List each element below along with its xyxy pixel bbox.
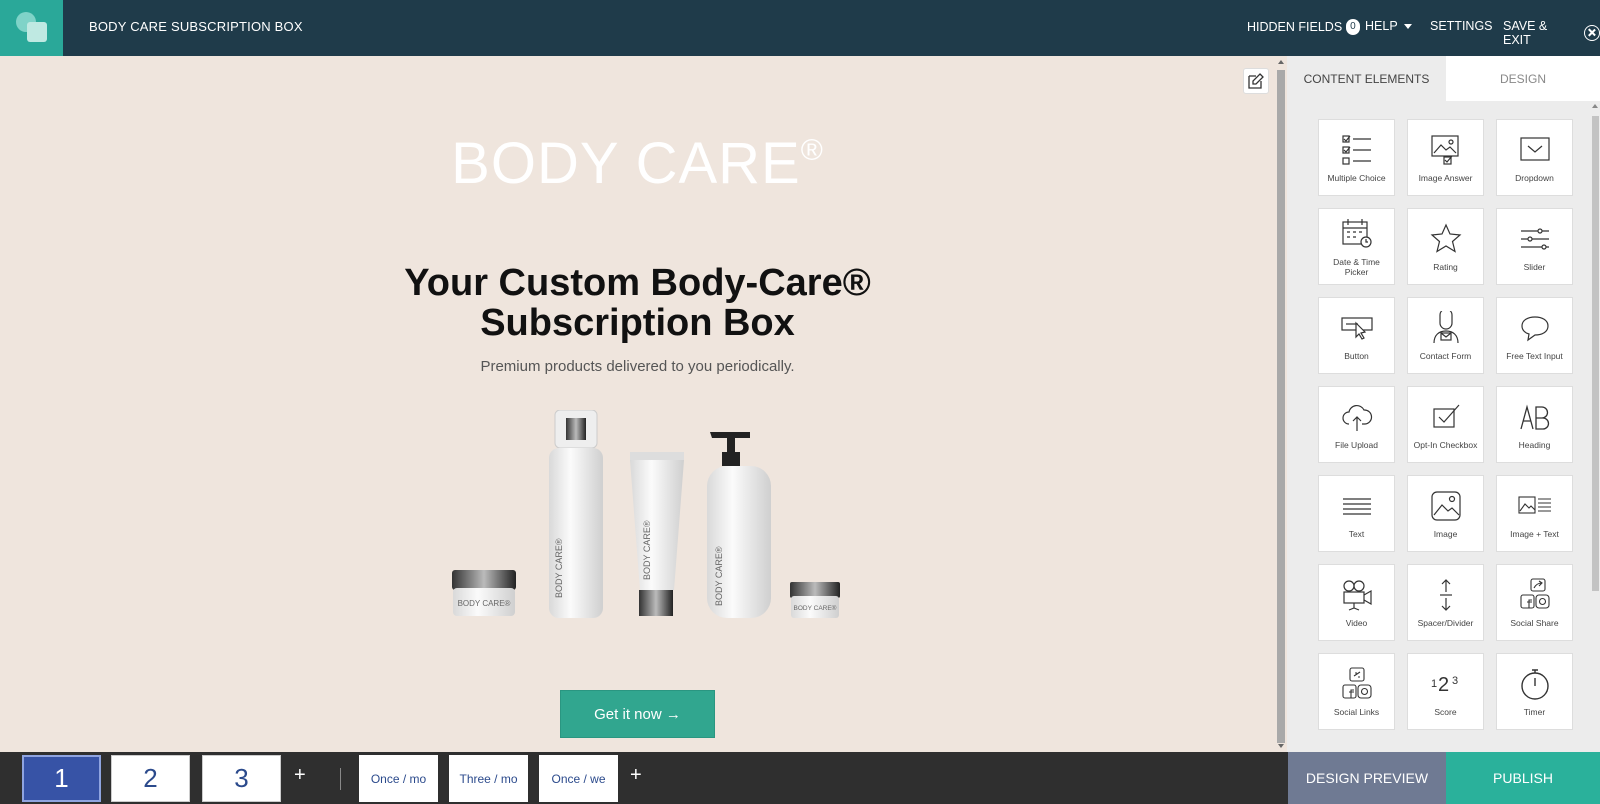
calendar-icon — [1341, 218, 1372, 248]
panel-tabs: CONTENT ELEMENTS DESIGN — [1287, 56, 1600, 101]
scroll-down-icon[interactable] — [1278, 744, 1284, 748]
element-image-answer[interactable]: Image Answer — [1407, 119, 1484, 196]
slider-icon — [1520, 227, 1549, 250]
project-title: BODY CARE SUBSCRIPTION BOX — [89, 19, 303, 34]
settings-button[interactable]: SETTINGS — [1430, 19, 1493, 33]
heading-icon — [1519, 404, 1549, 430]
panel-scrollbar[interactable] — [1590, 100, 1600, 752]
element-text[interactable]: Text — [1318, 475, 1395, 552]
tab-design[interactable]: DESIGN — [1446, 56, 1600, 101]
page-headline: Your Custom Body-Care® Subscription Box — [404, 262, 871, 344]
button-icon — [1340, 316, 1373, 340]
publish-button[interactable]: PUBLISH — [1446, 752, 1600, 804]
video-camera-icon — [1342, 579, 1372, 611]
save-exit-button[interactable]: SAVE & EXIT — [1503, 19, 1600, 47]
variant-tab-three-mo[interactable]: Three / mo — [449, 755, 528, 802]
bottom-bar: 1 2 3 + Once / mo Three / mo Once / we +… — [0, 752, 1600, 804]
share-icon — [1519, 577, 1550, 609]
element-button[interactable]: Button — [1318, 297, 1395, 374]
page-subheading: Premium products delivered to you period… — [480, 358, 795, 375]
image-answer-icon — [1430, 134, 1459, 165]
svg-text:2: 2 — [1438, 674, 1449, 696]
element-image[interactable]: Image — [1407, 475, 1484, 552]
svg-text:1: 1 — [1431, 678, 1437, 690]
close-icon — [1584, 25, 1600, 41]
tab-content-elements[interactable]: CONTENT ELEMENTS — [1287, 56, 1446, 101]
divider — [340, 768, 341, 790]
add-page-button[interactable]: + — [294, 764, 306, 787]
element-heading[interactable]: Heading — [1496, 386, 1573, 463]
image-icon — [1430, 490, 1461, 521]
brand-logo: BODY CARE® — [451, 131, 824, 196]
page-tab-1[interactable]: 1 — [22, 755, 101, 802]
page-tab-3[interactable]: 3 — [202, 755, 281, 802]
variant-tab-once-mo[interactable]: Once / mo — [359, 755, 438, 802]
svg-text:BODY CARE®: BODY CARE® — [714, 546, 724, 606]
score-icon: 1 2 3 — [1431, 674, 1458, 696]
element-rating[interactable]: Rating — [1407, 208, 1484, 285]
svg-text:BODY CARE®: BODY CARE® — [642, 520, 652, 580]
spacer-icon — [1439, 578, 1452, 611]
cloud-upload-icon — [1341, 404, 1372, 431]
contact-icon — [1432, 310, 1459, 343]
element-free-text-input[interactable]: Free Text Input — [1496, 297, 1573, 374]
checklist-icon — [1341, 134, 1371, 165]
speech-bubble-icon — [1520, 315, 1549, 341]
svg-text:3: 3 — [1452, 675, 1458, 687]
element-file-upload[interactable]: File Upload — [1318, 386, 1395, 463]
edit-icon[interactable] — [1243, 68, 1269, 94]
element-opt-in-checkbox[interactable]: Opt-In Checkbox — [1407, 386, 1484, 463]
hidden-fields-button[interactable]: HIDDEN FIELDS 0 — [1247, 19, 1360, 35]
element-contact-form[interactable]: Contact Form — [1407, 297, 1484, 374]
hidden-fields-count-badge: 0 — [1346, 19, 1360, 35]
stopwatch-icon — [1520, 668, 1549, 700]
help-menu[interactable]: HELP — [1365, 19, 1412, 33]
checkbox-icon — [1432, 404, 1459, 428]
element-social-share[interactable]: Social Share — [1496, 564, 1573, 641]
chevron-down-icon — [1403, 23, 1412, 29]
variant-tab-once-we[interactable]: Once / we — [539, 755, 618, 802]
svg-text:BODY CARE®: BODY CARE® — [458, 599, 511, 608]
design-preview-button[interactable]: DESIGN PREVIEW — [1288, 752, 1446, 804]
product-image: BODY CARE® BODY CARE® BODY CARE® BODY CA… — [452, 410, 840, 618]
app-logo[interactable] — [0, 0, 63, 56]
social-links-icon — [1341, 666, 1372, 699]
svg-text:BODY CARE®: BODY CARE® — [554, 538, 564, 598]
element-score[interactable]: 1 2 3 Score — [1407, 653, 1484, 730]
page-tab-2[interactable]: 2 — [111, 755, 190, 802]
element-timer[interactable]: Timer — [1496, 653, 1573, 730]
dropdown-icon — [1519, 136, 1550, 161]
canvas-scrollbar[interactable] — [1275, 56, 1287, 752]
element-multiple-choice[interactable]: Multiple Choice — [1318, 119, 1395, 196]
element-social-links[interactable]: Social Links — [1318, 653, 1395, 730]
element-dropdown[interactable]: Dropdown — [1496, 119, 1573, 196]
element-date-time-picker[interactable]: Date & Time Picker — [1318, 208, 1395, 285]
element-spacer-divider[interactable]: Spacer/Divider — [1407, 564, 1484, 641]
element-image-text[interactable]: Image + Text — [1496, 475, 1573, 552]
add-variant-button[interactable]: + — [630, 764, 642, 787]
top-bar: BODY CARE SUBSCRIPTION BOX HIDDEN FIELDS… — [0, 0, 1600, 56]
svg-text:BODY CARE®: BODY CARE® — [794, 604, 837, 612]
scroll-up-icon[interactable] — [1592, 104, 1598, 108]
text-lines-icon — [1342, 497, 1371, 515]
element-video[interactable]: Video — [1318, 564, 1395, 641]
star-icon — [1430, 223, 1461, 253]
scroll-up-icon[interactable] — [1278, 60, 1284, 64]
image-text-icon — [1517, 495, 1551, 514]
get-it-now-button[interactable]: Get it now → — [560, 690, 715, 738]
element-slider[interactable]: Slider — [1496, 208, 1573, 285]
elements-panel: CONTENT ELEMENTS DESIGN Multiple Choice … — [1287, 56, 1600, 752]
